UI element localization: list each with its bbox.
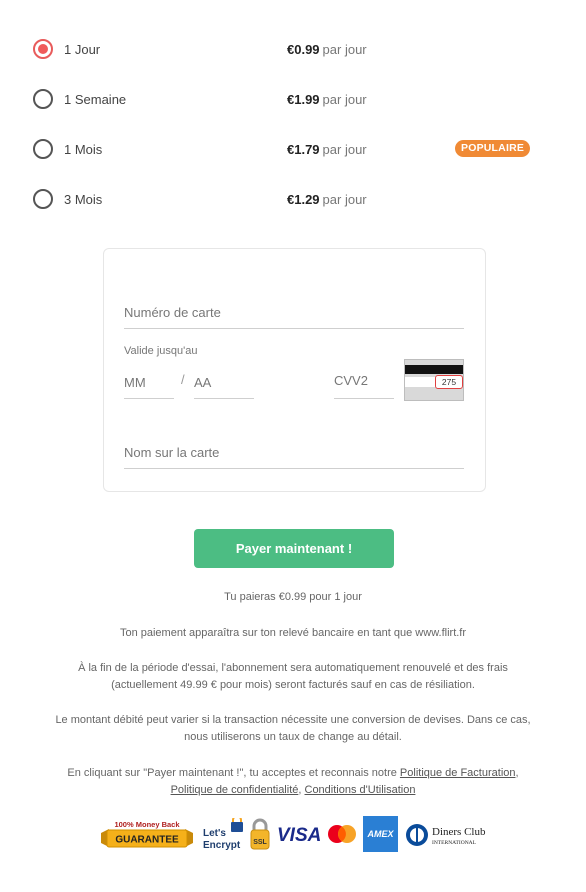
terms-of-use-link[interactable]: Conditions d'Utilisation	[305, 784, 416, 796]
radio-button[interactable]	[33, 89, 53, 109]
price-value: €1.29	[287, 191, 320, 207]
price-unit: par jour	[322, 141, 367, 157]
ssl-text: SSL	[253, 839, 267, 846]
radio-selected[interactable]	[33, 39, 53, 59]
year-placeholder: AA	[194, 375, 212, 390]
price-unit: par jour	[322, 191, 367, 207]
plan-name: 1 Jour	[64, 41, 101, 57]
guarantee-top-text: 100% Money Back	[114, 820, 180, 829]
plan-option-1-mois[interactable]: 1 Mois €1.79 par jour POPULAIRE	[33, 136, 553, 162]
price-value: €1.79	[287, 141, 320, 157]
diners-line-2: INTERNATIONAL	[432, 840, 477, 846]
card-name-field[interactable]: Nom sur la carte	[124, 429, 464, 469]
cvv-placeholder: CVV2	[334, 373, 368, 388]
price-unit: par jour	[322, 41, 367, 57]
money-back-guarantee-icon: 100% Money Back GUARANTEE	[101, 820, 193, 848]
card-form: Numéro de carte Valide jusqu'au MM / AA …	[103, 248, 486, 492]
cvv-field[interactable]: CVV2	[334, 359, 394, 399]
payment-summary: Tu paieras €0.99 pour 1 jour	[224, 591, 362, 603]
visa-logo-icon: VISA	[277, 825, 321, 845]
currency-line-1: Le montant débité peut varier si la tran…	[55, 714, 531, 726]
plan-price: €1.99 par jour	[287, 92, 367, 107]
plan-price: €1.79 par jour	[287, 142, 367, 157]
renewal-line-2: (actuellement 49.99 € pour mois) seront …	[111, 679, 475, 691]
radio-button[interactable]	[33, 139, 53, 159]
card-name-placeholder: Nom sur la carte	[124, 445, 220, 460]
plan-option-1-jour[interactable]: 1 Jour €0.99 par jour	[33, 36, 553, 62]
plan-option-3-mois[interactable]: 3 Mois €1.29 par jour	[33, 186, 553, 212]
amex-logo-icon: AMEX	[363, 816, 398, 852]
plan-name: 1 Mois	[64, 141, 103, 157]
plan-name: 1 Semaine	[64, 91, 127, 107]
ssl-lock-icon: SSL	[250, 818, 270, 850]
plan-name: 3 Mois	[64, 191, 103, 207]
lets-encrypt-icon: Let's Encrypt	[203, 818, 243, 851]
privacy-policy-link[interactable]: Politique de confidentialité	[171, 784, 299, 796]
currency-note: Le montant débité peut varier si la tran…	[20, 712, 566, 746]
renewal-note: À la fin de la période d'essai, l'abonne…	[20, 660, 566, 694]
month-placeholder: MM	[124, 375, 146, 390]
guarantee-main-text: GUARANTEE	[115, 835, 179, 846]
cvv-example-code: 275	[435, 375, 463, 389]
terms-note: En cliquant sur "Payer maintenant !", tu…	[67, 767, 519, 796]
cvv-hint-card-icon: 275	[404, 359, 464, 401]
diners-line-1: Diners Club	[432, 826, 486, 838]
price-unit: par jour	[322, 91, 367, 107]
card-number-placeholder: Numéro de carte	[124, 305, 221, 320]
terms-prefix: En cliquant sur "Payer maintenant !", tu…	[67, 767, 400, 779]
magnetic-stripe	[405, 365, 463, 374]
diners-club-logo-icon: Diners Club INTERNATIONAL	[406, 824, 486, 846]
billing-policy-link[interactable]: Politique de Facturation	[400, 767, 516, 779]
price-value: €0.99	[287, 41, 320, 57]
plan-price: €0.99 par jour	[287, 42, 367, 57]
amex-text: AMEX	[366, 829, 394, 839]
letsencrypt-line-1: Let's	[203, 828, 226, 839]
expiry-separator: /	[181, 372, 185, 387]
card-number-field[interactable]: Numéro de carte	[124, 289, 464, 329]
popular-badge: POPULAIRE	[455, 140, 531, 157]
currency-line-2: nous utiliserons un taux de change au dé…	[184, 731, 402, 743]
plan-option-1-semaine[interactable]: 1 Semaine €1.99 par jour	[33, 86, 553, 112]
mastercard-logo-icon	[328, 825, 356, 843]
visa-text: VISA	[277, 825, 321, 845]
statement-note: Ton paiement apparaîtra sur ton relevé b…	[119, 627, 467, 639]
plan-price: €1.29 par jour	[287, 192, 367, 207]
expiry-label: Valide jusqu'au	[124, 345, 198, 357]
expiry-year-field[interactable]: AA	[194, 359, 254, 399]
renewal-line-1: À la fin de la période d'essai, l'abonne…	[78, 662, 508, 674]
radio-button[interactable]	[33, 189, 53, 209]
letsencrypt-line-2: Encrypt	[203, 840, 241, 851]
price-value: €1.99	[287, 91, 320, 107]
pay-now-button[interactable]: Payer maintenant !	[194, 529, 394, 568]
expiry-month-field[interactable]: MM	[124, 359, 174, 399]
